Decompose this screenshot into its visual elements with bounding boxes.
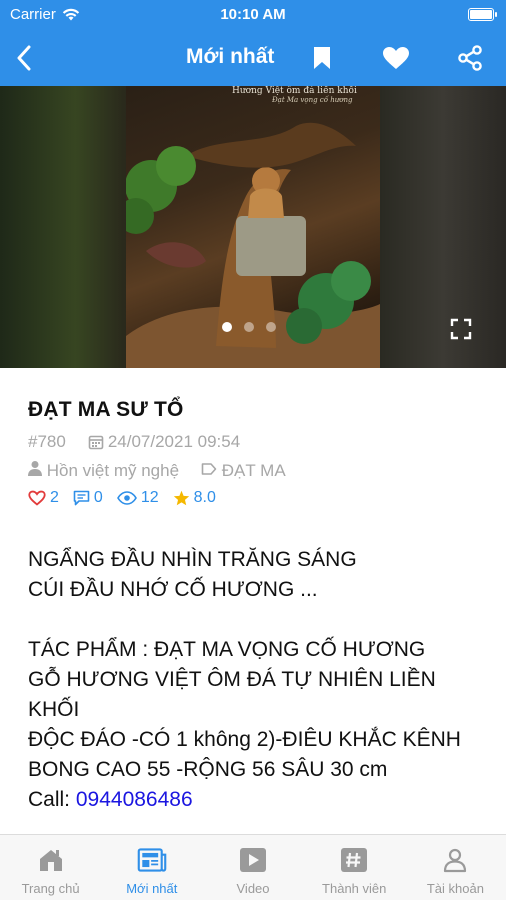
share-icon — [458, 45, 482, 71]
post-content[interactable]: ĐẠT MA SƯ TỔ #780 24/07/2021 09:54 Hồn v… — [0, 368, 506, 834]
account-icon — [440, 845, 470, 875]
post-title: ĐẠT MA SƯ TỔ — [28, 398, 184, 421]
video-icon — [238, 845, 268, 875]
calendar-icon — [88, 435, 104, 450]
user-icon — [28, 461, 42, 476]
likes-stat[interactable]: 2 — [28, 489, 59, 507]
tab-video[interactable]: Video — [202, 835, 303, 900]
post-author-name: Hồn việt mỹ nghệ — [46, 461, 180, 480]
news-icon — [137, 845, 167, 875]
comments-count: 0 — [93, 489, 103, 506]
post-meta: #780 24/07/2021 09:54 — [28, 432, 478, 452]
post-meta-author: Hồn việt mỹ nghệ ĐẠT MA — [28, 460, 478, 481]
nav-bar: Mới nhất — [0, 30, 506, 86]
rating-value: 8.0 — [193, 489, 216, 506]
next-slide-preview[interactable] — [380, 86, 506, 368]
image-carousel[interactable]: Hương Việt ôm đá liền khối Đạt Ma vọng c… — [0, 86, 506, 368]
comment-icon — [73, 490, 90, 506]
bookmark-icon — [314, 47, 330, 69]
carousel-dot[interactable] — [266, 322, 276, 332]
post-author[interactable]: Hồn việt mỹ nghệ — [28, 460, 179, 481]
battery-icon — [468, 8, 497, 21]
tab-home-label: Trang chủ — [21, 881, 80, 896]
tab-bar: Trang chủ Mới nhất Video Thành viên Tài … — [0, 834, 506, 900]
carousel-dot[interactable] — [244, 322, 254, 332]
rating-stat[interactable]: 8.0 — [173, 489, 216, 507]
call-label: Call: — [28, 788, 76, 811]
views-stat: 12 — [116, 489, 159, 507]
artwork-caption-subtitle: Đạt Ma vọng cố hương — [272, 96, 353, 104]
post-id: #780 — [28, 432, 66, 452]
post-stats: 2 0 12 8.0 — [28, 489, 478, 507]
tag-icon — [201, 462, 217, 475]
phone-link[interactable]: 0944086486 — [76, 788, 193, 811]
tab-latest[interactable]: Mới nhất — [101, 835, 202, 900]
previous-slide-preview[interactable] — [0, 86, 126, 368]
carousel-dot[interactable] — [222, 322, 232, 332]
page-title: Mới nhất — [186, 45, 275, 68]
clock: 10:10 AM — [220, 6, 286, 23]
members-icon — [339, 845, 369, 875]
carousel-pagination — [222, 322, 276, 332]
back-button[interactable] — [8, 42, 40, 74]
post-body-text: NGẨNG ĐẦU NHÌN TRĂNG SÁNG CÚI ĐẦU NHỚ CỐ… — [28, 548, 461, 781]
heart-outline-icon — [28, 490, 46, 506]
fullscreen-button[interactable] — [448, 316, 474, 342]
favorite-button[interactable] — [380, 42, 412, 74]
post-body: NGẨNG ĐẦU NHÌN TRĂNG SÁNG CÚI ĐẦU NHỚ CỐ… — [28, 515, 478, 834]
tab-members[interactable]: Thành viên — [304, 835, 405, 900]
post-date: 24/07/2021 09:54 — [88, 432, 240, 452]
heart-icon — [383, 47, 409, 69]
star-icon — [173, 490, 189, 506]
bookmark-button[interactable] — [306, 42, 338, 74]
artwork-caption-title: Hương Việt ôm đá liền khối — [232, 86, 357, 96]
tab-account-label: Tài khoản — [426, 881, 484, 896]
eye-icon — [116, 491, 137, 505]
comments-stat[interactable]: 0 — [73, 489, 103, 507]
chevron-left-icon — [17, 45, 31, 71]
post-tag-label: ĐẠT MA — [221, 460, 286, 480]
tab-latest-label: Mới nhất — [126, 881, 178, 896]
post-tag[interactable]: ĐẠT MA — [201, 461, 286, 481]
views-count: 12 — [140, 489, 159, 506]
tab-home[interactable]: Trang chủ — [0, 835, 101, 900]
likes-count: 2 — [50, 489, 59, 506]
status-bar: Carrier 10:10 AM — [0, 0, 506, 30]
tab-account[interactable]: Tài khoản — [405, 835, 506, 900]
home-icon — [36, 845, 66, 875]
post-date-value: 24/07/2021 09:54 — [107, 432, 241, 451]
tab-members-label: Thành viên — [322, 881, 387, 896]
share-button[interactable] — [454, 42, 486, 74]
fullscreen-icon — [450, 318, 472, 340]
post-id-value: #780 — [28, 432, 66, 451]
tab-video-label: Video — [236, 881, 270, 896]
contact-line: Call: 0944086486 — [28, 785, 478, 815]
